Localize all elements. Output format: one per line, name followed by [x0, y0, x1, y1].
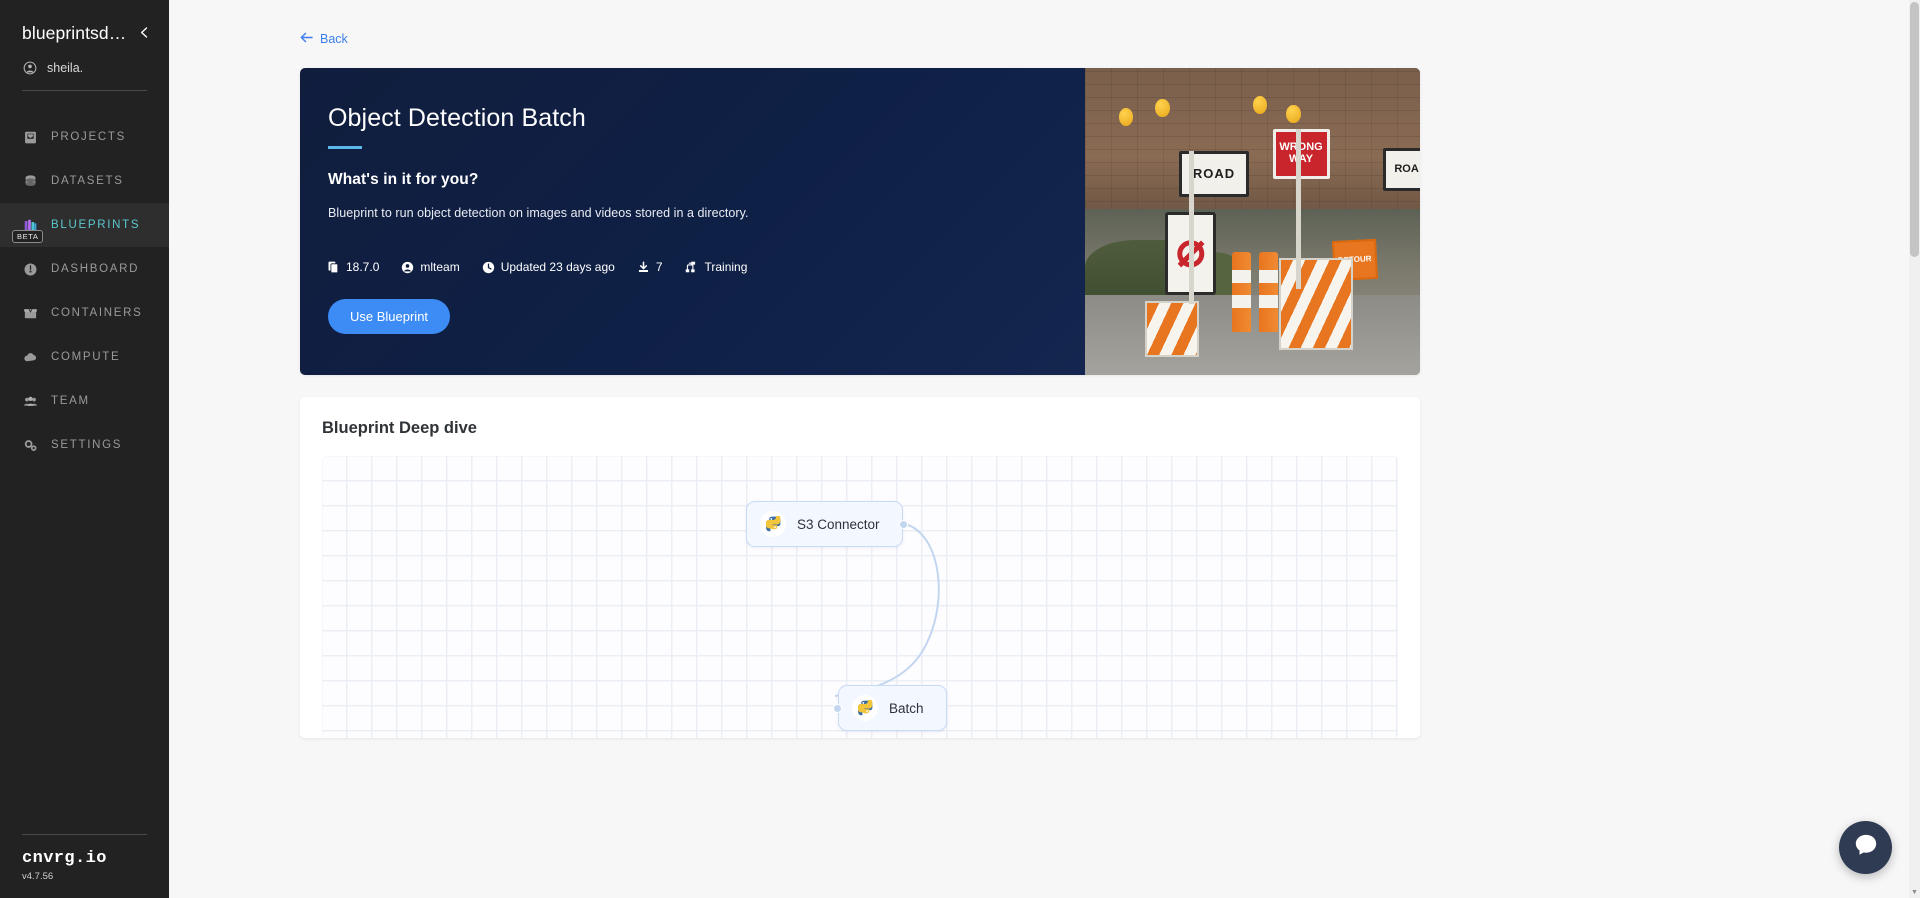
- sidebar-header: blueprintsd… sheila.: [0, 0, 169, 91]
- photo-yellow-balloon: [1155, 98, 1171, 118]
- sidebar-footer: cnvrg.io v4.7.56: [0, 834, 169, 898]
- meta-version: 18.7.0: [328, 260, 379, 274]
- photo-sign-post: [1188, 150, 1194, 305]
- sidebar-item-dashboard[interactable]: DASHBOARD: [0, 247, 169, 291]
- app-version: v4.7.56: [22, 871, 54, 882]
- meta-text: mlteam: [420, 260, 460, 274]
- projects-icon: [22, 129, 38, 145]
- current-user[interactable]: sheila.: [0, 44, 169, 76]
- page-scrollbar[interactable]: ▲ ▼: [1909, 0, 1920, 898]
- sidebar-item-label: COMPUTE: [51, 351, 121, 363]
- meta-downloads: 7: [637, 260, 663, 274]
- photo-traffic-barrel: [1259, 252, 1279, 333]
- download-icon: [637, 261, 650, 274]
- photo-barricade: [1279, 258, 1353, 351]
- arrow-left-icon: [300, 32, 313, 45]
- meta-text: 7: [655, 260, 663, 274]
- flow-node-s3-connector[interactable]: S3 Connector: [746, 501, 908, 547]
- sidebar-item-settings[interactable]: SETTINGS: [0, 423, 169, 467]
- flow-canvas[interactable]: S3 Connector Batch: [322, 456, 1398, 738]
- gears-icon: [22, 437, 38, 453]
- scroll-down-arrow[interactable]: ▼: [1910, 887, 1919, 898]
- blueprint-deep-dive-card: Blueprint Deep dive S3 Connector Batch: [300, 397, 1420, 738]
- hero-text-panel: Object Detection Batch What's in it for …: [300, 68, 1085, 375]
- back-row: Back: [169, 0, 1920, 48]
- title-accent-bar: [328, 146, 362, 149]
- back-button[interactable]: Back: [300, 32, 348, 46]
- sidebar-item-label: DATASETS: [51, 175, 124, 187]
- sign-wrong-way: WRONG WAY: [1272, 129, 1330, 179]
- meta-text: 18.7.0: [346, 260, 380, 274]
- sign-wrong-way-line: WAY: [1289, 152, 1314, 165]
- photo-barricade: [1145, 301, 1199, 357]
- cnvrg-logo: cnvrg.io: [22, 849, 107, 868]
- cloud-icon: [22, 349, 38, 365]
- sidebar-item-blueprints[interactable]: BLUEPRINTS BETA: [0, 203, 169, 247]
- user-circle-icon: [22, 60, 38, 76]
- node-output-port[interactable]: [898, 520, 908, 529]
- flow-node-label: Batch: [889, 700, 924, 716]
- meta-updated: Updated 23 days ago: [482, 260, 615, 274]
- chat-widget-button[interactable]: [1839, 821, 1892, 874]
- chevron-left-icon[interactable]: [134, 22, 155, 44]
- photo-sign-post: [1296, 129, 1301, 290]
- photo-road: [1085, 295, 1420, 375]
- people-icon: [22, 393, 38, 409]
- sidebar-item-team[interactable]: TEAM: [0, 379, 169, 423]
- org-name: blueprintsd…: [22, 22, 127, 43]
- sidebar: blueprintsd… sheila. PROJECTS DATASETS B…: [0, 0, 169, 898]
- sign-road-partial: ROA: [1383, 147, 1420, 191]
- meta-author: mlteam: [401, 260, 460, 274]
- hero-image: ROAD WRONG WAY ROA DETOUR: [1085, 68, 1420, 375]
- python-icon: [760, 511, 786, 537]
- sidebar-item-label: DASHBOARD: [51, 263, 140, 275]
- beta-badge: BETA: [12, 230, 44, 244]
- deep-dive-title: Blueprint Deep dive: [322, 419, 477, 437]
- road-construction-signs-photo: ROAD WRONG WAY ROA DETOUR: [1085, 68, 1420, 375]
- use-blueprint-button[interactable]: Use Blueprint: [328, 299, 451, 334]
- app-root: blueprintsd… sheila. PROJECTS DATASETS B…: [0, 0, 1920, 898]
- meta-text: Updated 23 days ago: [500, 260, 615, 274]
- user-circle-icon: [401, 261, 414, 274]
- sidebar-item-datasets[interactable]: DATASETS: [0, 159, 169, 203]
- sidebar-item-label: TEAM: [51, 395, 90, 407]
- box-icon: [22, 305, 38, 321]
- user-name: sheila.: [47, 61, 84, 75]
- sidebar-item-label: PROJECTS: [51, 131, 126, 143]
- hero-subtitle: What's in it for you?: [328, 171, 479, 188]
- page-title: Object Detection Batch: [328, 104, 586, 132]
- flow-node-batch[interactable]: Batch: [833, 685, 947, 731]
- node-input-port[interactable]: [833, 704, 842, 713]
- hero-meta-row: 18.7.0 mlteam Updated 23 days ago 7 Trai…: [328, 260, 1085, 274]
- sitemap-icon: [685, 261, 699, 274]
- sidebar-divider: [22, 90, 147, 91]
- sidebar-item-compute[interactable]: COMPUTE: [0, 335, 169, 379]
- photo-brick-wall: [1085, 68, 1420, 216]
- hero-description: Blueprint to run object detection on ima…: [328, 206, 749, 220]
- photo-yellow-balloon: [1286, 104, 1301, 124]
- scrollbar-thumb[interactable]: [1910, 2, 1919, 257]
- sidebar-item-label: CONTAINERS: [51, 307, 143, 319]
- footer-divider: [22, 834, 147, 835]
- sidebar-nav: PROJECTS DATASETS BLUEPRINTS BETA DASHBO…: [0, 115, 169, 834]
- blueprint-hero: Object Detection Batch What's in it for …: [300, 68, 1420, 375]
- main-content: Back Object Detection Batch What's in it…: [169, 0, 1920, 898]
- python-icon: [852, 695, 878, 721]
- chat-bubble-icon: [1853, 832, 1879, 863]
- photo-yellow-balloon: [1252, 95, 1268, 115]
- org-row: blueprintsd…: [0, 22, 169, 44]
- gauge-icon: [22, 261, 38, 277]
- file-copy-icon: [328, 261, 340, 274]
- meta-category: Training: [685, 260, 748, 274]
- sidebar-item-label: SETTINGS: [51, 439, 123, 451]
- sidebar-item-containers[interactable]: CONTAINERS: [0, 291, 169, 335]
- database-icon: [22, 173, 38, 189]
- photo-traffic-barrel: [1232, 252, 1252, 333]
- clock-icon: [482, 261, 495, 274]
- meta-text: Training: [704, 260, 748, 274]
- back-label: Back: [320, 31, 348, 46]
- sidebar-item-label: BLUEPRINTS: [51, 219, 141, 231]
- sidebar-item-projects[interactable]: PROJECTS: [0, 115, 169, 159]
- flow-node-label: S3 Connector: [797, 516, 880, 532]
